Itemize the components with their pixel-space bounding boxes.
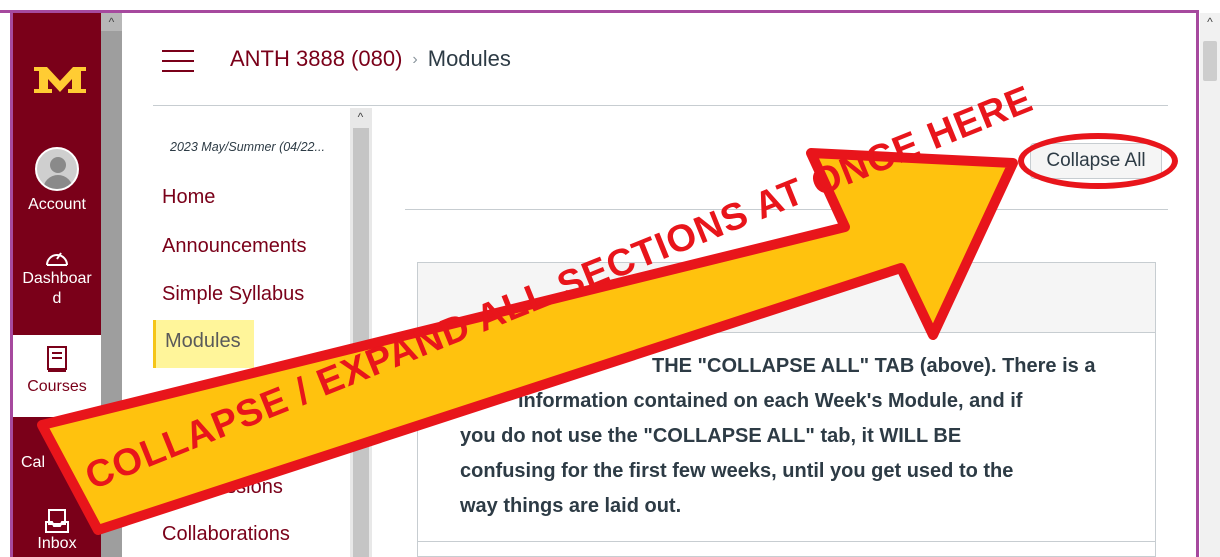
annotation-arrow: COLLAPSE / EXPAND ALL SECTIONS AT ONCE H… <box>37 78 1039 535</box>
arrow-label: COLLAPSE / EXPAND ALL SECTIONS AT ONCE H… <box>80 78 1039 498</box>
arrow-shape <box>37 148 1018 535</box>
